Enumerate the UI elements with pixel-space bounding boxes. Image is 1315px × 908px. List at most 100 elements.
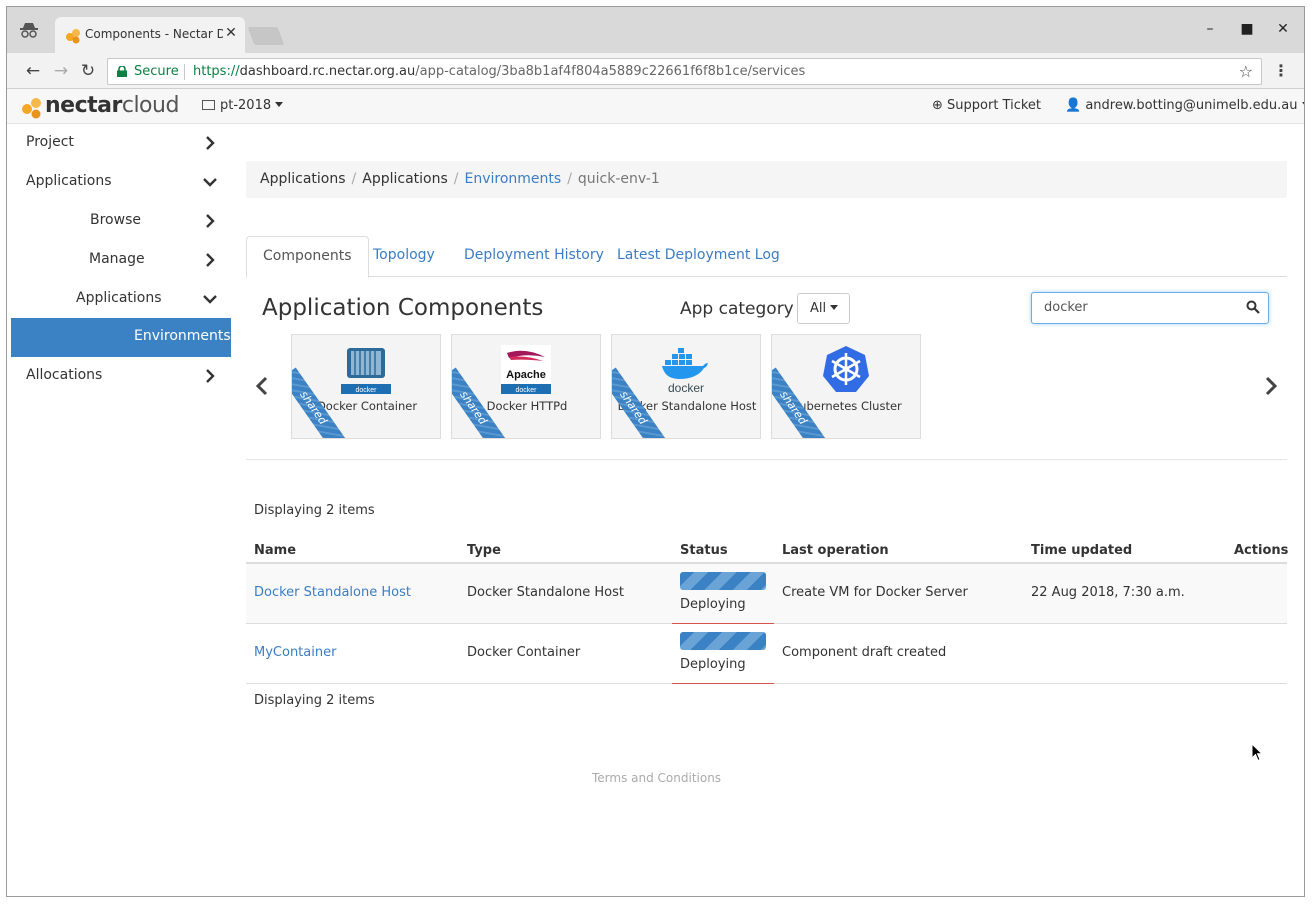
- svg-text:docker: docker: [355, 387, 377, 394]
- status-cell: Deploying: [672, 564, 774, 624]
- time-updated: 22 Aug 2018, 7:30 a.m.: [1031, 585, 1185, 600]
- column-header-time-updated[interactable]: Time updated: [1031, 543, 1132, 558]
- component-name-link[interactable]: MyContainer: [254, 645, 336, 660]
- project-selector[interactable]: pt-2018: [202, 98, 284, 113]
- support-ticket-link[interactable]: ⊕ Support Ticket: [932, 98, 1041, 113]
- svg-text:docker: docker: [668, 381, 704, 395]
- component-type: Docker Container: [467, 645, 581, 660]
- table-header: Name Type Status Last operation Time upd…: [246, 535, 1289, 564]
- docker-whale-logo-icon: docker: [662, 348, 708, 395]
- tab-topology[interactable]: Topology: [357, 236, 451, 277]
- browser-tab[interactable]: Components - Nectar Dashl ✕: [55, 17, 245, 53]
- environment-tabs: Components Topology Deployment History L…: [246, 236, 1287, 278]
- tab-title: Components - Nectar Dashl: [85, 27, 223, 41]
- display-count-bottom: Displaying 2 items: [254, 693, 375, 708]
- sidebar-item-manage[interactable]: Manage: [7, 241, 231, 280]
- chevron-right-icon: [206, 214, 215, 228]
- component-card-docker-container[interactable]: docker Docker Container shared: [291, 334, 441, 439]
- browser-menu-icon[interactable]: ⋮: [1273, 61, 1289, 80]
- chevron-right-icon: [206, 369, 215, 383]
- nectar-favicon-icon: [66, 29, 80, 44]
- tab-deployment-history[interactable]: Deployment History: [448, 236, 620, 277]
- component-card-kubernetes-cluster[interactable]: Kubernetes Cluster shared: [771, 334, 921, 439]
- carousel-next-icon[interactable]: [1263, 375, 1279, 397]
- tab-latest-deployment-log[interactable]: Latest Deployment Log: [601, 236, 796, 277]
- sidebar-item-applications[interactable]: Applications: [7, 163, 231, 202]
- table-row: MyContainer Docker Container Deploying C…: [246, 624, 1287, 684]
- chevron-down-icon: [203, 178, 217, 187]
- app-category-label: App category: [680, 299, 794, 319]
- bookmark-star-icon[interactable]: ☆: [1239, 62, 1253, 81]
- tab-components[interactable]: Components: [246, 236, 369, 278]
- status-cell: Deploying: [672, 624, 774, 684]
- browser-tabstrip: Components - Nectar Dashl ✕ – ■ ✕: [7, 7, 1304, 53]
- column-header-status[interactable]: Status: [680, 543, 728, 558]
- chevron-right-icon: [206, 136, 215, 150]
- project-icon: [202, 100, 215, 110]
- breadcrumb-environments-link[interactable]: Environments: [465, 171, 562, 187]
- component-type: Docker Standalone Host: [467, 585, 624, 600]
- breadcrumb-current: quick-env-1: [577, 171, 660, 187]
- lifebuoy-icon: ⊕: [932, 98, 948, 113]
- deploying-progress-bar: [680, 572, 766, 590]
- app-category-dropdown[interactable]: All: [797, 293, 850, 324]
- apache-logo-icon: Apache docker: [501, 345, 551, 394]
- browser-toolbar: ← → ↻ Secure https://dashboard.rc.nectar…: [7, 53, 1304, 89]
- url-text: https://dashboard.rc.nectar.org.au/app-c…: [193, 64, 806, 79]
- lock-icon: [117, 66, 127, 77]
- caret-down-icon: [1301, 102, 1304, 107]
- docker-container-logo-icon: docker: [341, 348, 391, 394]
- tab-close-icon[interactable]: ✕: [223, 25, 239, 41]
- component-search-input[interactable]: docker: [1031, 292, 1269, 324]
- mouse-cursor-icon: [1251, 743, 1263, 762]
- chevron-down-icon: [203, 295, 217, 304]
- sidebar-item-browse[interactable]: Browse: [7, 202, 231, 241]
- user-icon: 👤: [1065, 98, 1086, 113]
- terms-and-conditions-link[interactable]: Terms and Conditions: [592, 771, 721, 785]
- window-close-icon[interactable]: ✕: [1273, 19, 1293, 39]
- chevron-right-icon: [206, 253, 215, 267]
- column-header-last-operation[interactable]: Last operation: [782, 543, 889, 558]
- user-menu[interactable]: 👤 andrew.botting@unimelb.edu.au: [1065, 98, 1304, 113]
- app-header: nectarcloud pt-2018 ⊕ Support Ticket 👤 a…: [7, 89, 1304, 124]
- sidebar-item-allocations[interactable]: Allocations: [7, 357, 231, 396]
- last-operation: Create VM for Docker Server: [782, 585, 968, 600]
- maximize-icon[interactable]: ■: [1237, 19, 1257, 39]
- column-header-type[interactable]: Type: [467, 543, 501, 558]
- column-header-name[interactable]: Name: [254, 543, 296, 558]
- minimize-icon[interactable]: –: [1200, 19, 1220, 39]
- table-row: Docker Standalone Host Docker Standalone…: [246, 564, 1287, 624]
- component-card-docker-httpd[interactable]: Apache docker Docker HTTPd shared: [451, 334, 601, 439]
- status-text: Deploying: [680, 657, 746, 672]
- column-header-actions: Actions: [1234, 543, 1289, 558]
- incognito-icon: [20, 23, 38, 38]
- breadcrumb-applications: Applications: [260, 171, 346, 187]
- deploying-progress-bar: [680, 632, 766, 650]
- omnibox-separator: [184, 64, 185, 80]
- search-icon[interactable]: [1246, 300, 1260, 314]
- component-name-link[interactable]: Docker Standalone Host: [254, 585, 411, 600]
- kubernetes-logo-icon: [823, 346, 869, 392]
- status-text: Deploying: [680, 597, 746, 612]
- display-count-top: Displaying 2 items: [254, 503, 375, 518]
- sidebar-item-project[interactable]: Project: [7, 124, 231, 163]
- nectar-logo-icon: [22, 98, 41, 119]
- svg-text:docker: docker: [515, 387, 537, 394]
- secure-label: Secure: [134, 64, 179, 79]
- new-tab-button[interactable]: [247, 27, 285, 45]
- back-arrow-icon[interactable]: ←: [23, 61, 43, 81]
- breadcrumb: Applications / Applications / Environments / q…: [246, 161, 1287, 198]
- sidebar-item-applications-sub[interactable]: Applications: [7, 280, 231, 319]
- last-operation: Component draft created: [782, 645, 947, 660]
- reload-icon[interactable]: ↻: [78, 61, 98, 81]
- sidebar-nav: Project Applications Browse Manage Appli…: [7, 124, 231, 896]
- address-bar[interactable]: Secure https://dashboard.rc.nectar.org.a…: [107, 58, 1262, 85]
- caret-down-icon: [275, 102, 284, 107]
- breadcrumb-applications-sub: Applications: [362, 171, 448, 187]
- forward-arrow-icon[interactable]: →: [51, 61, 71, 81]
- component-card-docker-standalone-host[interactable]: docker Docker Standalone Host shared: [611, 334, 761, 439]
- carousel-prev-icon[interactable]: [254, 375, 270, 397]
- caret-down-icon: [830, 305, 839, 310]
- sidebar-item-environments[interactable]: Environments: [11, 318, 231, 357]
- application-components-title: Application Components: [262, 295, 544, 321]
